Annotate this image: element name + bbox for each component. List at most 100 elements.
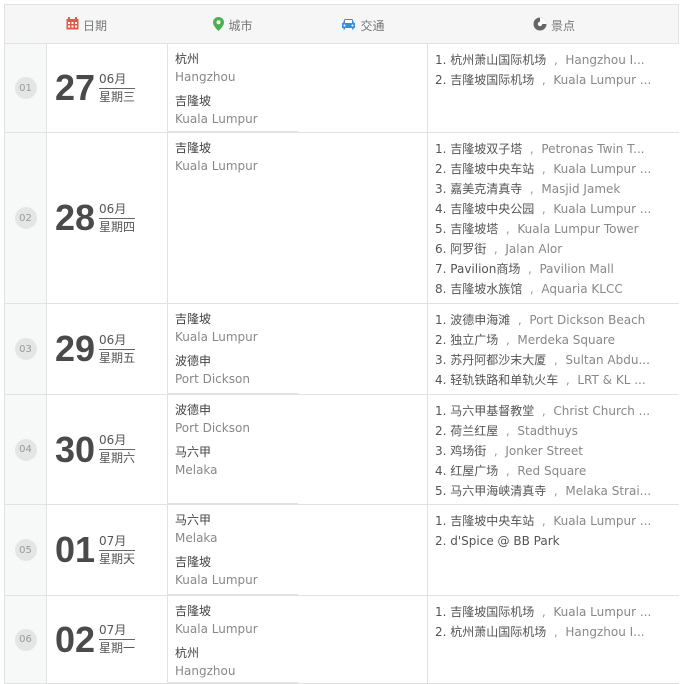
header-city-label: 城市 bbox=[228, 18, 253, 33]
spot-item[interactable]: 3. 嘉美克清真寺 , Masjid Jamek bbox=[435, 179, 675, 199]
city-cell: 波德申 Port Dickson 马六甲 Melaka bbox=[168, 395, 298, 504]
spot-name-en: Hangzhou I... bbox=[565, 625, 645, 639]
spot-item[interactable]: 2. d'Spice @ BB Park bbox=[435, 531, 675, 551]
date-day: 02 bbox=[55, 618, 96, 660]
spot-separator: , bbox=[490, 242, 502, 256]
day-number-cell: 04 bbox=[5, 395, 47, 504]
spot-item[interactable]: 2. 吉隆坡国际机场 , Kuala Lumpur ... bbox=[435, 70, 675, 90]
city-name-en: Hangzhou bbox=[175, 70, 236, 84]
day-number-cell: 03 bbox=[5, 304, 47, 394]
spot-name-cn: 5. 马六甲海峡清真寺 bbox=[435, 484, 547, 498]
spot-name-en: Kuala Lumpur ... bbox=[553, 605, 652, 619]
spot-name-cn: 1. 波德申海滩 bbox=[435, 313, 511, 327]
spot-separator: , bbox=[550, 53, 562, 67]
city-name-en: Port Dickson bbox=[175, 372, 250, 386]
spot-item[interactable]: 2. 吉隆坡中央车站 , Kuala Lumpur ... bbox=[435, 159, 675, 179]
spot-name-cn: 4. 红屋广场 bbox=[435, 464, 499, 478]
spot-item[interactable]: 4. 轻轨铁路和单轨火车 , LRT & KL ... bbox=[435, 370, 675, 390]
city-entry: 杭州 Hangzhou bbox=[175, 50, 298, 86]
city-name-en: Melaka bbox=[175, 531, 218, 545]
spot-item[interactable]: 6. 阿罗街 , Jalan Alor bbox=[435, 239, 675, 259]
spot-separator: , bbox=[526, 142, 538, 156]
traffic-cell bbox=[298, 304, 428, 394]
city-entry: 马六甲 Melaka bbox=[175, 511, 298, 547]
spot-name-cn: 1. 吉隆坡双子塔 bbox=[435, 142, 523, 156]
spot-separator: , bbox=[502, 424, 514, 438]
spot-name-cn: 3. 鸡场街 bbox=[435, 444, 487, 458]
spot-name-cn: 2. 杭州萧山国际机场 bbox=[435, 625, 547, 639]
date-month-weekday: 06月 星期四 bbox=[99, 202, 136, 235]
day-number-badge: 05 bbox=[14, 539, 37, 561]
spot-name-cn: 4. 吉隆坡中央公园 bbox=[435, 202, 535, 216]
spot-name-en: Port Dickson Beach bbox=[529, 313, 646, 327]
city-entry: 杭州 Hangzhou bbox=[175, 644, 298, 680]
city-list: 吉隆坡 Kuala Lumpur bbox=[168, 133, 298, 303]
spot-name-en: Jalan Alor bbox=[505, 242, 563, 256]
city-entry: 波德申 Port Dickson bbox=[175, 352, 298, 388]
spot-separator: , bbox=[538, 162, 550, 176]
city-list: 马六甲 Melaka 吉隆坡 Kuala Lumpur bbox=[168, 505, 298, 595]
date-cell: 30 06月 星期六 bbox=[47, 395, 168, 504]
spot-name-en: Sultan Abdu... bbox=[565, 353, 650, 367]
spot-item[interactable]: 8. 吉隆坡水族馆 , Aquaria KLCC bbox=[435, 279, 675, 299]
spot-item[interactable]: 2. 荷兰红屋 , Stadthuys bbox=[435, 421, 675, 441]
spot-cell: 1. 吉隆坡国际机场 , Kuala Lumpur ... 2. 杭州萧山国际机场… bbox=[428, 596, 680, 683]
spot-item[interactable]: 1. 杭州萧山国际机场 , Hangzhou I... bbox=[435, 50, 675, 70]
spot-item[interactable]: 1. 吉隆坡中央车站 , Kuala Lumpur ... bbox=[435, 511, 675, 531]
spot-separator: , bbox=[538, 73, 550, 87]
header-spot-label: 景点 bbox=[550, 18, 575, 33]
spot-name-cn: 5. 吉隆坡塔 bbox=[435, 222, 499, 236]
city-list: 吉隆坡 Kuala Lumpur 杭州 Hangzhou bbox=[168, 596, 298, 683]
spot-name-cn: 7. Pavilion商场 bbox=[435, 262, 521, 276]
spot-separator: , bbox=[526, 182, 538, 196]
header-city: 城市 bbox=[168, 5, 298, 45]
spot-item[interactable]: 4. 红屋广场 , Red Square bbox=[435, 461, 675, 481]
day-number-badge: 02 bbox=[14, 207, 37, 229]
date-cell: 01 07月 星期天 bbox=[47, 505, 168, 595]
spot-item[interactable]: 1. 马六甲基督教堂 , Christ Church ... bbox=[435, 401, 675, 421]
spot-item[interactable]: 1. 波德申海滩 , Port Dickson Beach bbox=[435, 310, 675, 330]
spot-name-cn: 1. 吉隆坡国际机场 bbox=[435, 605, 535, 619]
spot-item[interactable]: 7. Pavilion商场 , Pavilion Mall bbox=[435, 259, 675, 279]
itinerary-table: 日期 城市 交通 景点 01 27 06月 星期三 杭州 Hangzhou 吉隆… bbox=[4, 4, 680, 684]
city-entry: 吉隆坡 Kuala Lumpur bbox=[175, 602, 298, 638]
spot-item[interactable]: 2. 独立广场 , Merdeka Square bbox=[435, 330, 675, 350]
spot-separator: , bbox=[562, 373, 574, 387]
city-cell: 吉隆坡 Kuala Lumpur 波德申 Port Dickson bbox=[168, 304, 298, 394]
spot-item[interactable]: 5. 吉隆坡塔 , Kuala Lumpur Tower bbox=[435, 219, 675, 239]
city-name-cn: 吉隆坡 bbox=[175, 312, 212, 326]
date-month: 07月 bbox=[99, 534, 136, 551]
spot-item[interactable]: 1. 吉隆坡国际机场 , Kuala Lumpur ... bbox=[435, 602, 675, 622]
itinerary-row: 04 30 06月 星期六 波德申 Port Dickson 马六甲 Melak… bbox=[5, 395, 680, 505]
date-cell: 02 07月 星期一 bbox=[47, 596, 168, 683]
spot-separator: , bbox=[538, 605, 550, 619]
spot-separator: , bbox=[502, 222, 514, 236]
car-icon bbox=[341, 18, 356, 33]
city-name-cn: 吉隆坡 bbox=[175, 141, 212, 155]
day-number-cell: 01 bbox=[5, 44, 47, 132]
date-month: 06月 bbox=[99, 433, 136, 450]
spot-item[interactable]: 5. 马六甲海峡清真寺 , Melaka Strai... bbox=[435, 481, 675, 501]
city-name-cn: 马六甲 bbox=[175, 513, 212, 527]
spot-separator: , bbox=[538, 202, 550, 216]
spot-item[interactable]: 2. 杭州萧山国际机场 , Hangzhou I... bbox=[435, 622, 675, 642]
calendar-icon bbox=[66, 17, 79, 33]
spot-cell: 1. 吉隆坡双子塔 , Petronas Twin T... 2. 吉隆坡中央车站… bbox=[428, 133, 680, 303]
table-header: 日期 城市 交通 景点 bbox=[5, 4, 678, 44]
date-day: 01 bbox=[55, 529, 96, 570]
spot-item[interactable]: 4. 吉隆坡中央公园 , Kuala Lumpur ... bbox=[435, 199, 675, 219]
spot-item[interactable]: 3. 苏丹阿都沙末大厦 , Sultan Abdu... bbox=[435, 350, 675, 370]
day-number-badge: 01 bbox=[14, 77, 37, 99]
traffic-cell bbox=[298, 395, 428, 504]
spot-separator: , bbox=[514, 313, 526, 327]
city-name-en: Kuala Lumpur bbox=[175, 622, 258, 636]
spot-name-en: Kuala Lumpur ... bbox=[553, 162, 652, 176]
spot-cell: 1. 马六甲基督教堂 , Christ Church ... 2. 荷兰红屋 , … bbox=[428, 395, 680, 504]
date-month: 06月 bbox=[99, 202, 136, 219]
spot-separator: , bbox=[550, 625, 562, 639]
spot-item[interactable]: 3. 鸡场街 , Jonker Street bbox=[435, 441, 675, 461]
header-spot: 景点 bbox=[428, 5, 680, 45]
spot-item[interactable]: 1. 吉隆坡双子塔 , Petronas Twin T... bbox=[435, 139, 675, 159]
spot-cell: 1. 波德申海滩 , Port Dickson Beach 2. 独立广场 , M… bbox=[428, 304, 680, 394]
date-weekday: 星期五 bbox=[99, 350, 136, 365]
